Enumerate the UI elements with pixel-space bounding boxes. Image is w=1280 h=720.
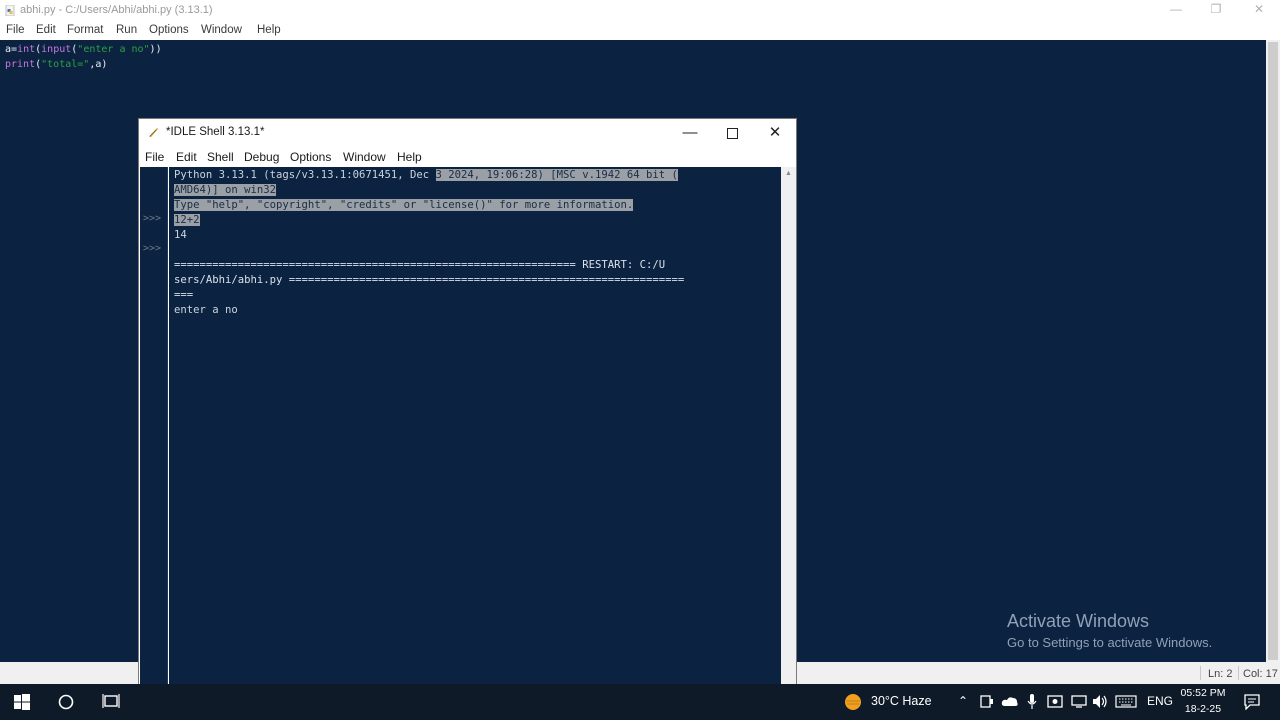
shell-line-restart-end: === xyxy=(174,289,194,301)
shell-prompt: >>> xyxy=(143,243,162,254)
chevron-up-icon[interactable]: ⌃ xyxy=(958,694,968,708)
meet-now-icon[interactable] xyxy=(980,694,994,709)
idle-shell-window: *IDLE Shell 3.13.1* — ✕ File Edit Shell … xyxy=(138,118,797,720)
code-line-2: print("total=",a) xyxy=(5,59,108,70)
close-button[interactable]: ✕ xyxy=(1244,2,1274,18)
shell-prompt: >>> xyxy=(143,213,162,224)
shell-menu-help[interactable]: Help xyxy=(397,150,422,164)
desktop: abhi.py - C:/Users/Abhi/abhi.py (3.13.1)… xyxy=(0,0,1280,720)
shell-menu-file[interactable]: File xyxy=(145,150,164,164)
volume-icon[interactable] xyxy=(1092,694,1109,709)
notifications-icon[interactable] xyxy=(1244,694,1260,710)
clock-date[interactable]: 18-2-25 xyxy=(1178,703,1228,715)
shell-menu-options[interactable]: Options xyxy=(290,150,331,164)
shell-line-restart: ========================================… xyxy=(174,259,666,271)
onedrive-cloud-icon[interactable] xyxy=(1001,695,1019,707)
shell-line-restart-path: sers/Abhi/abhi.py ======================… xyxy=(174,274,685,286)
shell-line-prompt-output: enter a no xyxy=(174,304,238,316)
task-view-icon[interactable] xyxy=(89,684,133,720)
editor-title: abhi.py - C:/Users/Abhi/abhi.py (3.13.1) xyxy=(20,4,213,16)
shell-minimize-button[interactable]: — xyxy=(668,121,712,145)
camera-icon[interactable] xyxy=(1047,694,1063,709)
shell-maximize-button[interactable] xyxy=(710,121,754,145)
search-circle-icon[interactable] xyxy=(44,684,88,720)
shell-line-result: 14 xyxy=(174,229,187,241)
shell-menu-shell[interactable]: Shell xyxy=(207,150,234,164)
network-icon[interactable] xyxy=(1071,694,1087,709)
weather-sun-icon[interactable] xyxy=(842,692,864,712)
menu-run[interactable]: Run xyxy=(116,24,137,36)
shell-prompt-gutter: >>> >>> xyxy=(140,167,168,720)
menu-options[interactable]: Options xyxy=(149,24,189,36)
scroll-up-icon[interactable]: ▲ xyxy=(781,167,796,181)
shell-menubar: File Edit Shell Debug Options Window Hel… xyxy=(139,147,796,167)
shell-menu-window[interactable]: Window xyxy=(343,150,386,164)
shell-close-button[interactable]: ✕ xyxy=(753,121,797,145)
python-file-icon xyxy=(5,5,15,16)
maximize-icon xyxy=(726,127,738,139)
windows-logo-icon xyxy=(14,694,30,710)
shell-scrollbar[interactable]: ▲ xyxy=(781,167,796,720)
editor-menubar: File Edit Format Run Options Window Help xyxy=(0,21,1280,40)
menu-file[interactable]: File xyxy=(6,24,25,36)
shell-line-platform: AMD64)] on win32 xyxy=(174,184,277,196)
shell-line-input: 12+2 xyxy=(174,214,200,226)
editor-titlebar[interactable]: abhi.py - C:/Users/Abhi/abhi.py (3.13.1)… xyxy=(0,0,1280,21)
shell-menu-edit[interactable]: Edit xyxy=(176,150,197,164)
weather-text[interactable]: 30°C Haze xyxy=(871,694,932,708)
status-line: Ln: 2 xyxy=(1208,668,1233,680)
windows-start-icon[interactable] xyxy=(0,684,44,720)
menu-help[interactable]: Help xyxy=(257,24,281,36)
activation-watermark-subtitle: Go to Settings to activate Windows. xyxy=(1007,635,1213,650)
menu-edit[interactable]: Edit xyxy=(36,24,56,36)
maximize-button[interactable]: ❐ xyxy=(1201,2,1231,18)
shell-output-area[interactable]: Python 3.13.1 (tags/v3.13.1:0671451, Dec… xyxy=(169,167,781,720)
code-line-1: a=int(input("enter a no")) xyxy=(5,44,162,55)
python-feather-icon xyxy=(149,128,158,137)
shell-line-help: Type "help", "copyright", "credits" or "… xyxy=(174,199,634,211)
shell-menu-debug[interactable]: Debug xyxy=(244,150,279,164)
status-col: Col: 17 xyxy=(1243,668,1278,680)
clock-time[interactable]: 05:52 PM xyxy=(1178,687,1228,699)
microphone-icon[interactable] xyxy=(1027,693,1037,710)
shell-line-banner: Python 3.13.1 (tags/v3.13.1:0671451, Dec… xyxy=(174,169,678,181)
language-indicator[interactable]: ENG xyxy=(1147,694,1173,708)
menu-window[interactable]: Window xyxy=(201,24,242,36)
windows-taskbar: 30°C Haze ⌃ ENG 05:52 PM 18-2-25 xyxy=(0,684,1280,720)
keyboard-icon[interactable] xyxy=(1115,695,1137,708)
status-divider xyxy=(1200,666,1201,680)
activation-watermark-title: Activate Windows xyxy=(1007,611,1150,631)
shell-title: *IDLE Shell 3.13.1* xyxy=(166,126,265,138)
menu-format[interactable]: Format xyxy=(67,24,103,36)
status-divider xyxy=(1238,666,1239,680)
editor-scrollbar-thumb[interactable] xyxy=(1268,42,1278,660)
minimize-button[interactable]: — xyxy=(1161,2,1191,18)
